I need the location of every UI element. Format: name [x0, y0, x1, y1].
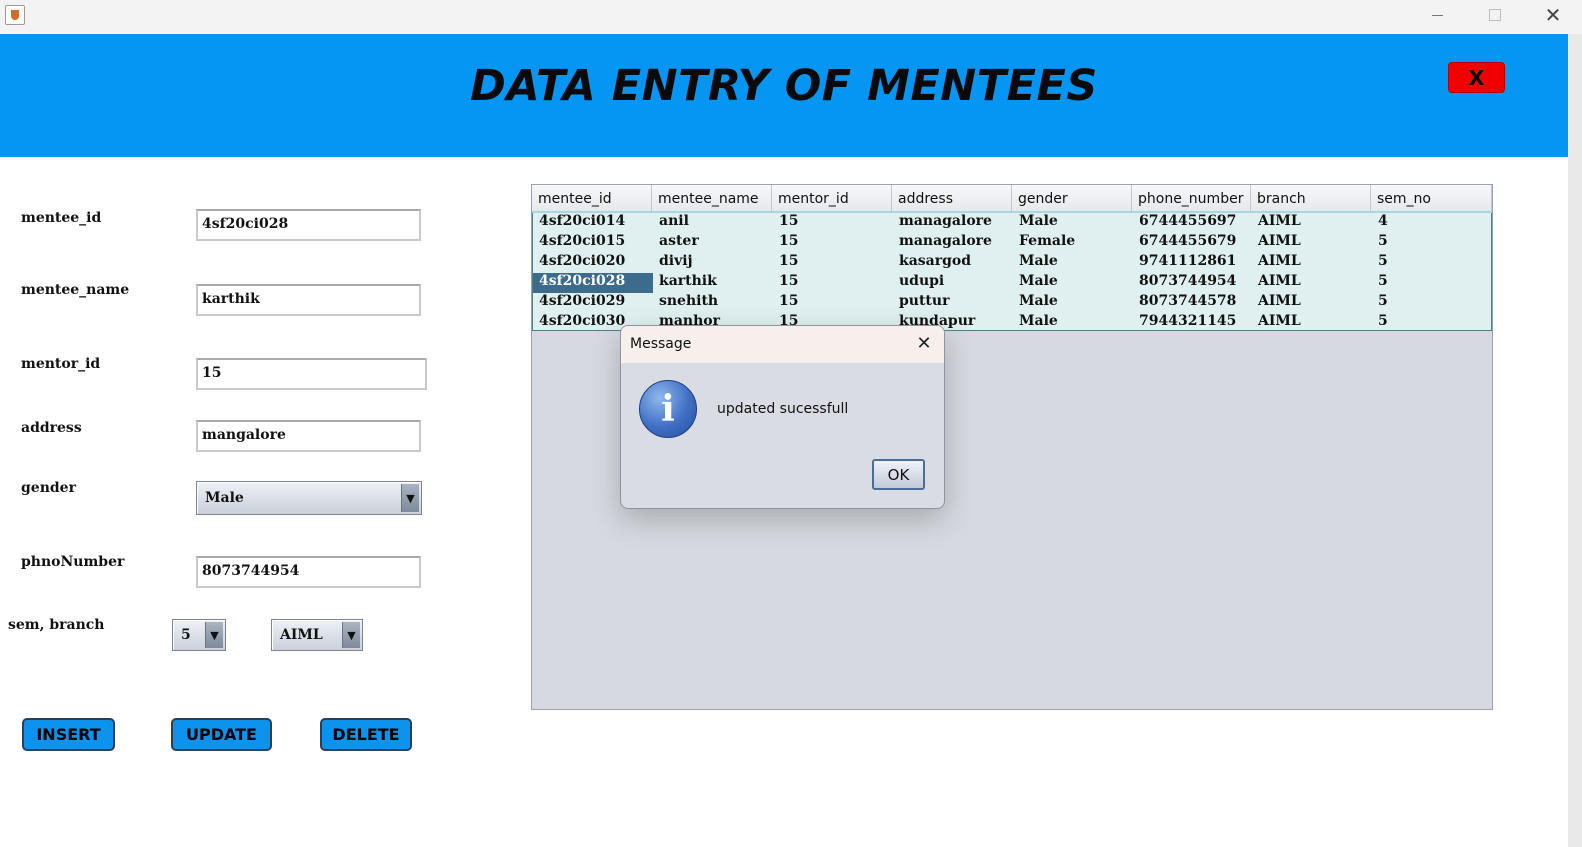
table-cell[interactable]: 4sf20ci015: [533, 233, 653, 253]
frame-edge: [1568, 34, 1582, 847]
table-cell[interactable]: 15: [773, 213, 893, 233]
table-cell[interactable]: 8073744578: [1133, 293, 1252, 313]
dropdown-arrow-icon[interactable]: ▼: [401, 484, 419, 512]
column-header[interactable]: gender: [1012, 185, 1132, 213]
ok-button[interactable]: OK: [872, 459, 925, 490]
table-cell[interactable]: 4: [1372, 213, 1493, 233]
table-cell[interactable]: 8073744954: [1133, 273, 1252, 293]
message-dialog: Message ✕ i updated sucessfull OK: [620, 325, 945, 509]
dialog-message: updated sucessfull: [717, 401, 849, 417]
table-cell[interactable]: anil: [653, 213, 773, 233]
table-cell[interactable]: Male: [1013, 213, 1133, 233]
branch-selected-value: AIML: [280, 627, 323, 643]
branch-dropdown[interactable]: AIML ▼: [271, 619, 363, 651]
java-app-icon: [5, 5, 25, 25]
table-cell[interactable]: 15: [773, 233, 893, 253]
window-close-icon[interactable]: ✕: [1524, 0, 1582, 30]
table-cell[interactable]: managalore: [893, 213, 1013, 233]
table-cell[interactable]: 4sf20ci020: [533, 253, 653, 273]
gender-dropdown[interactable]: Male ▼: [196, 481, 422, 515]
table-cell[interactable]: puttur: [893, 293, 1013, 313]
table-cell[interactable]: Male: [1013, 293, 1133, 313]
table-row[interactable]: 4sf20ci020 divij 15 kasargod Male 9741112861 A…: [533, 253, 1491, 273]
page-title: DATA ENTRY OF MENTEES: [470, 61, 1098, 111]
dropdown-arrow-icon[interactable]: ▼: [342, 622, 360, 648]
table-cell[interactable]: managalore: [893, 233, 1013, 253]
insert-button[interactable]: INSERT: [22, 718, 115, 751]
dialog-titlebar: Message ✕: [621, 326, 944, 363]
table-cell[interactable]: 4sf20ci014: [533, 213, 653, 233]
gender-label: gender: [21, 480, 76, 496]
dropdown-arrow-icon[interactable]: ▼: [205, 622, 223, 648]
mentee-id-field[interactable]: 4sf20ci028: [196, 209, 421, 241]
table-header: mentee_id mentee_name mentor_id address gend…: [532, 185, 1492, 213]
phone-field[interactable]: 8073744954: [196, 556, 421, 588]
table-cell[interactable]: 5: [1372, 273, 1493, 293]
table-cell[interactable]: 6744455679: [1133, 233, 1252, 253]
address-field[interactable]: mangalore: [196, 420, 421, 452]
table-cell[interactable]: kasargod: [893, 253, 1013, 273]
table-cell[interactable]: 5: [1372, 293, 1493, 313]
sem-dropdown[interactable]: 5 ▼: [172, 619, 226, 651]
column-header[interactable]: address: [892, 185, 1012, 213]
table-row[interactable]: 4sf20ci014 anil 15 managalore Male 6744455697…: [533, 213, 1491, 233]
table-cell[interactable]: 5: [1372, 233, 1493, 253]
table-row[interactable]: 4sf20ci029 snehith 15 puttur Male 8073744578 A…: [533, 293, 1491, 313]
column-header[interactable]: branch: [1251, 185, 1371, 213]
table-cell[interactable]: Male: [1013, 313, 1133, 333]
table-cell[interactable]: 15: [773, 253, 893, 273]
table-cell[interactable]: Male: [1013, 273, 1133, 293]
table-cell[interactable]: Male: [1013, 253, 1133, 273]
table-row[interactable]: 4sf20ci028 karthik 15 udupi Male 8073744954 AI…: [533, 273, 1491, 293]
dialog-close-icon[interactable]: ✕: [913, 332, 935, 354]
table-cell[interactable]: AIML: [1252, 253, 1372, 273]
table-body[interactable]: 4sf20ci014 anil 15 managalore Male 6744455697…: [532, 213, 1492, 331]
table-cell[interactable]: 4sf20ci029: [533, 293, 653, 313]
table-cell[interactable]: AIML: [1252, 273, 1372, 293]
table-cell[interactable]: aster: [653, 233, 773, 253]
table-cell[interactable]: snehith: [653, 293, 773, 313]
table-cell[interactable]: udupi: [893, 273, 1013, 293]
column-header[interactable]: mentor_id: [772, 185, 892, 213]
table-cell[interactable]: AIML: [1252, 293, 1372, 313]
dialog-title: Message: [630, 336, 692, 352]
table-cell[interactable]: AIML: [1252, 213, 1372, 233]
mentor-id-label: mentor_id: [21, 356, 101, 372]
table-cell[interactable]: karthik: [653, 273, 773, 293]
column-header[interactable]: mentee_id: [532, 185, 652, 213]
table-cell[interactable]: 6744455697: [1133, 213, 1252, 233]
table-cell[interactable]: divij: [653, 253, 773, 273]
mentee-name-field[interactable]: karthik: [196, 284, 421, 316]
phone-label: phnoNumber: [21, 554, 125, 570]
column-header[interactable]: mentee_name: [652, 185, 772, 213]
column-header[interactable]: sem_no: [1371, 185, 1492, 213]
table-cell[interactable]: 4sf20ci028: [533, 273, 653, 293]
table-cell[interactable]: AIML: [1252, 233, 1372, 253]
table-cell[interactable]: AIML: [1252, 313, 1372, 333]
update-button[interactable]: UPDATE: [171, 718, 272, 751]
table-cell[interactable]: 15: [773, 273, 893, 293]
delete-button[interactable]: DELETE: [320, 718, 412, 751]
mentee-name-label: mentee_name: [21, 282, 130, 298]
table-cell[interactable]: 5: [1372, 313, 1493, 333]
mentee-id-label: mentee_id: [21, 210, 102, 226]
window-titlebar: ✕: [0, 0, 1582, 34]
address-label: address: [21, 420, 82, 436]
header-banner: DATA ENTRY OF MENTEES X: [0, 34, 1568, 157]
table-cell[interactable]: 9741112861: [1133, 253, 1252, 273]
table-cell[interactable]: Female: [1013, 233, 1133, 253]
sem-selected-value: 5: [181, 627, 191, 643]
table-cell[interactable]: 5: [1372, 253, 1493, 273]
table-cell[interactable]: 7944321145: [1133, 313, 1252, 333]
sem-branch-label: sem, branch: [8, 617, 105, 633]
table-row[interactable]: 4sf20ci015 aster 15 managalore Female 6744455…: [533, 233, 1491, 253]
information-icon: i: [639, 380, 697, 438]
table-cell[interactable]: 15: [773, 293, 893, 313]
maximize-icon[interactable]: [1466, 0, 1524, 30]
mentor-id-field[interactable]: 15: [196, 358, 427, 390]
minimize-icon[interactable]: [1408, 0, 1466, 30]
gender-selected-value: Male: [205, 490, 244, 506]
column-header[interactable]: phone_number: [1132, 185, 1251, 213]
exit-button[interactable]: X: [1448, 62, 1505, 93]
